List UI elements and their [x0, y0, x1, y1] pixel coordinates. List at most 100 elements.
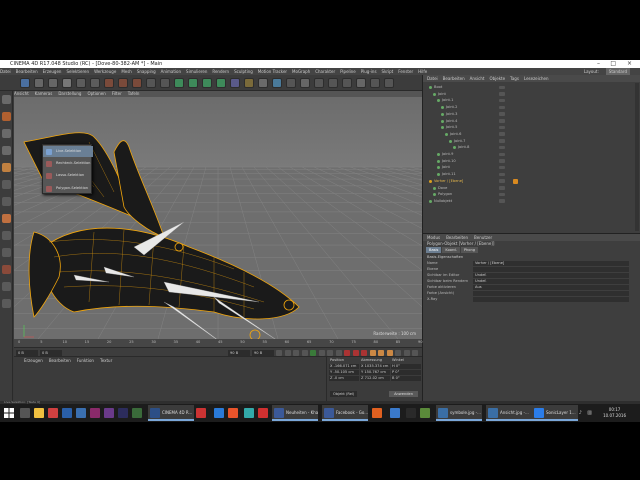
network-icon[interactable]: ▥	[587, 410, 592, 416]
taskbar-app-button[interactable]: SonicLayer 1...	[532, 405, 578, 421]
transport-control-icon[interactable]	[344, 349, 350, 356]
pinned-app-icon[interactable]	[132, 408, 142, 418]
menu-item[interactable]: Erzeugen	[43, 68, 62, 75]
speaker-icon[interactable]: ♪	[579, 410, 582, 416]
menu-item[interactable]: Animation	[161, 68, 181, 75]
object-row[interactable]: Nullobjekt	[423, 198, 635, 205]
object-row[interactable]: Vorher / [Ebene]	[423, 178, 635, 185]
transport-control-icon[interactable]	[284, 349, 291, 356]
side-tool-icon[interactable]	[2, 265, 11, 274]
menu-item[interactable]: Skript	[382, 68, 394, 75]
attribute-tab[interactable]: Basis	[426, 247, 442, 253]
side-tool-icon[interactable]	[2, 129, 11, 138]
object-manager-scrollbar[interactable]	[635, 83, 639, 231]
menu-item[interactable]: Charakter	[315, 68, 335, 75]
object-tag-icon[interactable]	[513, 178, 518, 184]
object-row[interactable]: Joint.6	[423, 131, 635, 138]
taskbar-app-button[interactable]: symbole.jpg -...	[436, 405, 482, 421]
visibility-toggle-icon[interactable]	[499, 165, 505, 170]
transport-control-icon[interactable]	[293, 349, 299, 356]
object-manager-menu-item[interactable]: Ansicht	[470, 75, 485, 82]
visibility-toggle-icon[interactable]	[499, 112, 505, 116]
visibility-toggle-icon[interactable]	[499, 119, 505, 123]
start-frame-field[interactable]: 0 B	[40, 349, 62, 356]
toolbar-tool-icon[interactable]	[286, 78, 296, 88]
coordinate-field[interactable]: Z 712.02 cm	[360, 376, 390, 381]
side-tool-icon[interactable]	[2, 112, 11, 121]
coordinate-mode-select[interactable]: Objekt (Rel)	[330, 391, 358, 397]
object-row[interactable]: Joint.11	[423, 171, 635, 178]
pinned-app-icon[interactable]	[372, 408, 382, 418]
side-tool-icon[interactable]	[2, 95, 11, 104]
object-row[interactable]: Joint	[423, 164, 635, 171]
object-manager-menu-item[interactable]: Lesezeichen	[524, 75, 549, 82]
dropdown-item[interactable]: Rechteck-Selektion	[43, 158, 93, 169]
transport-control-icon[interactable]	[369, 349, 376, 356]
toolbar-tool-icon[interactable]	[384, 78, 394, 88]
max-frame-field[interactable]: 90 B	[252, 349, 274, 356]
toolbar-tool-icon[interactable]	[314, 78, 324, 88]
pinned-app-icon[interactable]	[420, 408, 430, 418]
object-row[interactable]: Joint.1	[423, 97, 635, 104]
attribute-value-field[interactable]: Undef.	[473, 273, 629, 278]
menu-item[interactable]: Selektieren	[66, 68, 89, 75]
apply-button[interactable]: Anwenden	[389, 391, 418, 397]
menu-item[interactable]: Hilfe	[418, 68, 427, 75]
dropdown-item[interactable]: Live-Selektion	[43, 146, 93, 157]
toolbar-tool-icon[interactable]	[90, 78, 100, 88]
pinned-app-icon[interactable]	[228, 408, 238, 418]
visibility-toggle-icon[interactable]	[499, 179, 505, 183]
toolbar-tool-icon[interactable]	[342, 78, 352, 88]
attribute-menu-item[interactable]: Modus	[427, 234, 440, 241]
visibility-toggle-icon[interactable]	[499, 132, 505, 136]
transport-control-icon[interactable]	[276, 349, 282, 356]
material-menu-item[interactable]: Funktion	[77, 357, 94, 364]
visibility-toggle-icon[interactable]	[499, 152, 505, 156]
object-row[interactable]: Joint.2	[423, 104, 635, 111]
object-row[interactable]: Polygon	[423, 191, 635, 198]
pinned-app-icon[interactable]	[104, 408, 114, 418]
dropdown-item[interactable]: Polygon-Selektion	[43, 183, 93, 194]
transport-control-icon[interactable]	[361, 349, 367, 356]
visibility-toggle-icon[interactable]	[499, 186, 505, 190]
visibility-toggle-icon[interactable]	[499, 199, 505, 203]
visibility-toggle-icon[interactable]	[499, 125, 505, 130]
side-tool-icon[interactable]	[2, 282, 11, 291]
dropdown-item[interactable]: Lasso-Selektion	[43, 170, 93, 181]
side-tool-icon[interactable]	[2, 180, 11, 189]
toolbar-tool-icon[interactable]	[76, 78, 86, 88]
attribute-value-field[interactable]: Undef.	[473, 279, 629, 284]
pinned-app-icon[interactable]	[76, 408, 86, 418]
close-icon[interactable]: ×	[627, 60, 632, 68]
transport-control-icon[interactable]	[301, 349, 308, 356]
toolbar-tool-icon[interactable]	[356, 78, 366, 88]
object-row[interactable]: Joint.10	[423, 158, 635, 165]
attribute-value-field[interactable]	[473, 267, 629, 272]
material-menu-item[interactable]: Bearbeiten	[49, 357, 71, 364]
attribute-value-field[interactable]	[473, 291, 629, 296]
toolbar-tool-icon[interactable]	[370, 78, 380, 88]
attribute-value-field[interactable]	[473, 297, 629, 302]
object-row[interactable]: Boot	[423, 84, 635, 91]
taskbar-app-button[interactable]: Ansicht.jpg -...	[486, 405, 532, 421]
menu-item[interactable]: Sculpting	[234, 68, 253, 75]
pinned-app-icon[interactable]	[48, 408, 58, 418]
layout-selector[interactable]: Layout: Standard	[584, 68, 630, 75]
side-tool-icon[interactable]	[2, 163, 11, 172]
attribute-tab[interactable]: Phong	[460, 247, 479, 253]
pinned-app-icon[interactable]	[406, 408, 416, 418]
end-frame-field[interactable]: 90 B	[228, 349, 250, 356]
toolbar-tool-icon[interactable]	[244, 78, 254, 88]
visibility-toggle-icon[interactable]	[499, 159, 505, 163]
visibility-toggle-icon[interactable]	[499, 192, 505, 197]
pinned-app-icon[interactable]	[244, 408, 254, 418]
layout-value[interactable]: Standard	[605, 68, 630, 75]
menu-item[interactable]: Rendern	[212, 68, 229, 75]
object-manager-menu-item[interactable]: Bearbeiten	[443, 75, 465, 82]
visibility-toggle-icon[interactable]	[499, 105, 505, 110]
menu-item[interactable]: Bearbeiten	[16, 68, 38, 75]
side-tool-icon[interactable]	[2, 214, 11, 223]
visibility-toggle-icon[interactable]	[499, 145, 505, 150]
coordinate-field[interactable]: Z -0 cm	[329, 376, 359, 381]
minimize-icon[interactable]: –	[597, 60, 600, 68]
